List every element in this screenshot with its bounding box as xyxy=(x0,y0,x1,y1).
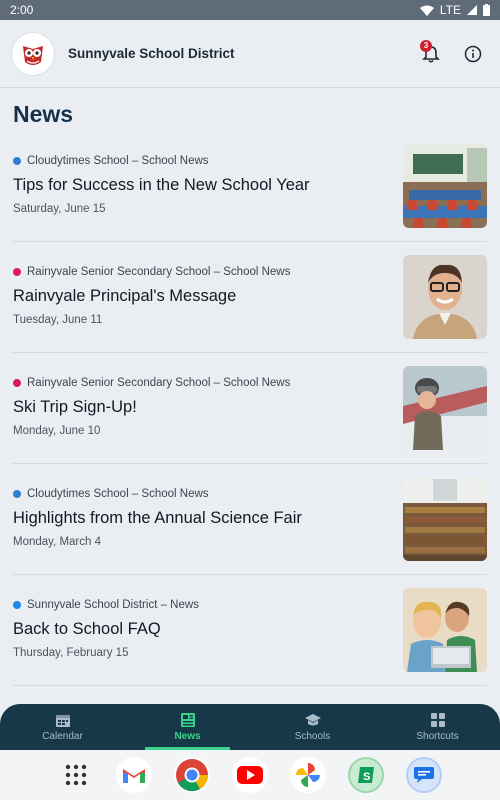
youtube-icon[interactable] xyxy=(232,757,268,793)
news-item[interactable]: Rainyvale Senior Secondary School – Scho… xyxy=(13,242,487,353)
news-item[interactable]: Cloudytimes School – School News Highlig… xyxy=(13,464,487,575)
owl-logo-icon xyxy=(23,45,43,65)
news-title: Rainvyale Principal's Message xyxy=(13,287,237,305)
news-title: Tips for Success in the New School Year xyxy=(13,176,310,194)
district-name: Sunnyvale School District xyxy=(68,46,235,61)
news-date: Saturday, June 15 xyxy=(13,203,106,215)
wifi-icon xyxy=(419,5,434,16)
page-title: News xyxy=(13,101,74,127)
news-title: Back to School FAQ xyxy=(13,620,161,638)
source-label: Rainyvale Senior Secondary School – Scho… xyxy=(27,377,291,389)
news-item[interactable]: Rainyvale Senior Secondary School – Scho… xyxy=(13,353,487,464)
news-date: Monday, March 4 xyxy=(13,536,101,548)
status-time: 2:00 xyxy=(10,3,34,17)
news-date: Thursday, February 15 xyxy=(13,647,129,659)
source-dot xyxy=(13,157,21,165)
battery-icon xyxy=(483,4,490,16)
news-source: Cloudytimes School – School News xyxy=(13,488,209,500)
nav-calendar[interactable]: Calendar xyxy=(0,704,125,750)
news-icon xyxy=(180,713,195,727)
news-date: Monday, June 10 xyxy=(13,425,101,437)
news-source: Rainyvale Senior Secondary School – Scho… xyxy=(13,377,290,389)
news-item[interactable]: Sunnyvale School District – News Back to… xyxy=(13,575,487,686)
nav-label: Calendar xyxy=(42,731,83,742)
messages-icon[interactable] xyxy=(406,757,442,793)
nav-news[interactable]: News xyxy=(125,704,250,750)
app-dock: S xyxy=(0,750,500,800)
source-label: Rainyvale Senior Secondary School – Scho… xyxy=(27,266,291,278)
app-header: Sunnyvale School District 3 xyxy=(0,20,500,88)
source-label: Cloudytimes School – School News xyxy=(27,488,209,500)
bottom-navigation: Calendar News Schools Shortcuts xyxy=(0,704,500,750)
network-type: LTE xyxy=(439,3,461,17)
news-source: Rainyvale Senior Secondary School – Scho… xyxy=(13,266,290,278)
news-source: Cloudytimes School – School News xyxy=(13,155,209,167)
source-label: Sunnyvale School District – News xyxy=(27,599,199,611)
notifications-button[interactable]: 3 xyxy=(416,39,446,69)
source-dot xyxy=(13,601,21,609)
classroom-thumbnail xyxy=(403,144,487,228)
nav-label: Shortcuts xyxy=(416,731,459,742)
kids-laptop-thumbnail xyxy=(403,588,487,672)
nav-shortcuts[interactable]: Shortcuts xyxy=(375,704,500,750)
calendar-icon xyxy=(55,715,70,727)
sheets-icon[interactable]: S xyxy=(348,757,384,793)
info-icon xyxy=(464,45,482,62)
nav-label: Schools xyxy=(294,731,331,742)
svg-text:S: S xyxy=(363,771,370,783)
chrome-icon[interactable] xyxy=(174,757,210,793)
principal-portrait-thumbnail xyxy=(403,255,487,339)
news-date: Tuesday, June 11 xyxy=(13,314,103,326)
shortcuts-icon xyxy=(430,713,445,727)
district-logo[interactable] xyxy=(12,32,54,75)
news-list: Cloudytimes School – School News Tips fo… xyxy=(13,131,487,686)
source-label: Cloudytimes School – School News xyxy=(27,155,209,167)
schools-icon xyxy=(304,714,321,726)
photos-icon[interactable] xyxy=(290,757,326,793)
skier-thumbnail xyxy=(403,366,487,450)
source-dot xyxy=(13,379,21,387)
nav-label: News xyxy=(174,731,201,742)
library-thumbnail xyxy=(403,477,487,561)
notification-badge: 3 xyxy=(420,39,432,52)
signal-icon xyxy=(467,5,477,15)
news-title: Highlights from the Annual Science Fair xyxy=(13,509,302,527)
source-dot xyxy=(13,268,21,276)
news-title: Ski Trip Sign-Up! xyxy=(13,398,137,416)
info-button[interactable] xyxy=(458,39,488,69)
gmail-icon[interactable] xyxy=(116,757,152,793)
app-drawer-icon[interactable] xyxy=(58,757,94,793)
nav-schools[interactable]: Schools xyxy=(250,704,375,750)
news-item[interactable]: Cloudytimes School – School News Tips fo… xyxy=(13,131,487,242)
news-source: Sunnyvale School District – News xyxy=(13,599,199,611)
status-bar: 2:00 LTE xyxy=(0,0,500,20)
source-dot xyxy=(13,490,21,498)
